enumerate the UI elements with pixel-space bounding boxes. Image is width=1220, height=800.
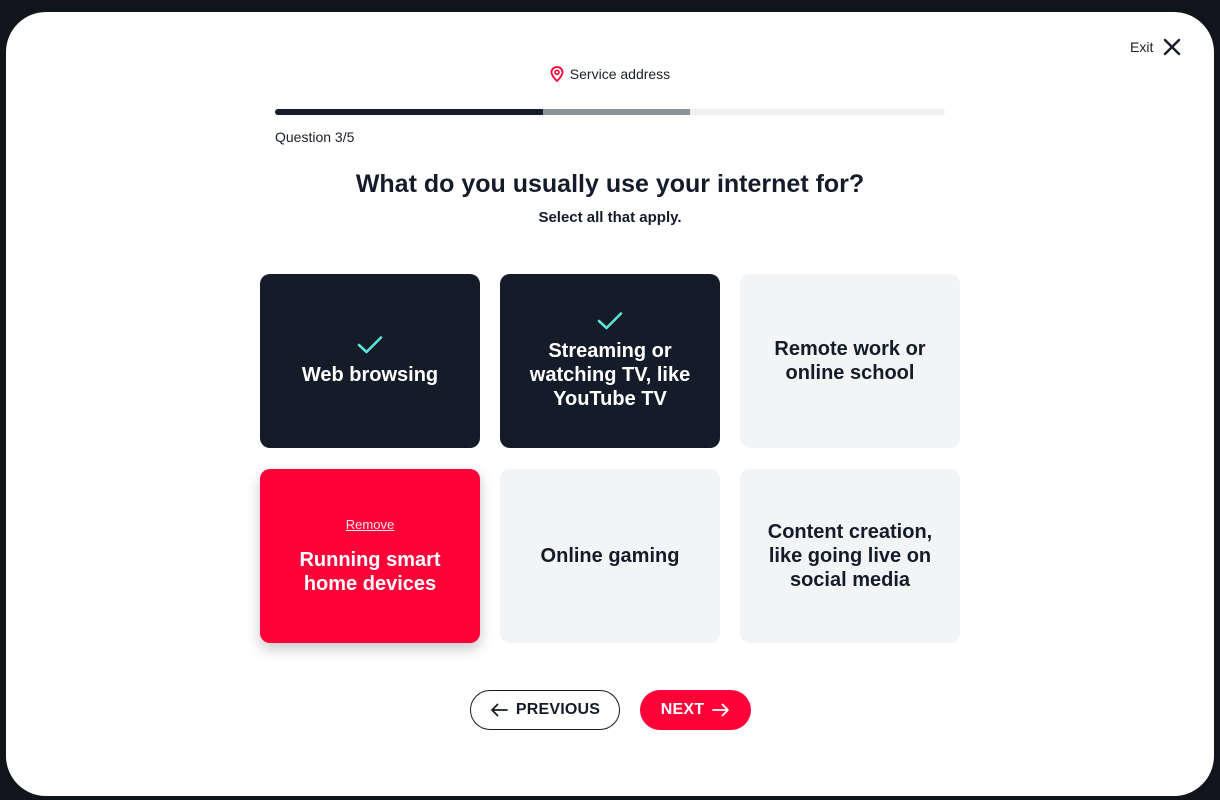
exit-button[interactable]: Exit	[1130, 38, 1181, 56]
options-grid: Web browsing Streaming or watching TV, l…	[260, 274, 960, 643]
option-card-web-browsing[interactable]: Web browsing	[260, 274, 480, 448]
option-label: Streaming or watching TV, like YouTube T…	[529, 340, 691, 410]
map-pin-icon	[550, 66, 564, 82]
previous-button[interactable]: PREVIOUS	[470, 690, 620, 730]
question-subtitle: Select all that apply.	[538, 209, 682, 226]
question-counter: Question 3/5	[275, 129, 355, 145]
option-card-remote-work[interactable]: Remote work or online school	[740, 274, 960, 448]
remove-link[interactable]: Remove	[346, 517, 394, 532]
option-card-streaming[interactable]: Streaming or watching TV, like YouTube T…	[500, 274, 720, 448]
progress-current	[543, 109, 690, 115]
question-title: What do you usually use your internet fo…	[355, 170, 865, 198]
check-icon	[597, 311, 623, 331]
previous-button-label: PREVIOUS	[515, 701, 601, 718]
question-navigation: PREVIOUS NEXT	[470, 690, 751, 730]
next-button[interactable]: NEXT	[640, 690, 751, 730]
option-label: Running smart home devices	[299, 548, 441, 595]
step-header: Service address	[6, 66, 1214, 82]
option-card-smart-home[interactable]: Remove Running smart home devices	[260, 469, 480, 643]
close-icon[interactable]	[1163, 38, 1181, 56]
step-title: Service address	[569, 66, 671, 82]
check-icon	[357, 335, 383, 355]
option-label: Online gaming	[540, 545, 680, 567]
option-card-online-gaming[interactable]: Online gaming	[500, 469, 720, 643]
option-card-content-creation[interactable]: Content creation, like going live on soc…	[740, 469, 960, 643]
progress-bar	[275, 109, 945, 115]
arrow-left-icon	[490, 703, 508, 717]
option-label: Content creation, like going live on soc…	[767, 521, 933, 591]
progress-completed	[275, 109, 543, 115]
exit-label: Exit	[1130, 39, 1154, 55]
modal: Exit Service address Question 3/5 What d…	[6, 12, 1214, 796]
option-label: Web browsing	[301, 364, 439, 386]
next-button-label: NEXT	[660, 701, 705, 718]
arrow-right-icon	[712, 703, 730, 717]
option-label: Remote work or online school	[774, 338, 926, 384]
